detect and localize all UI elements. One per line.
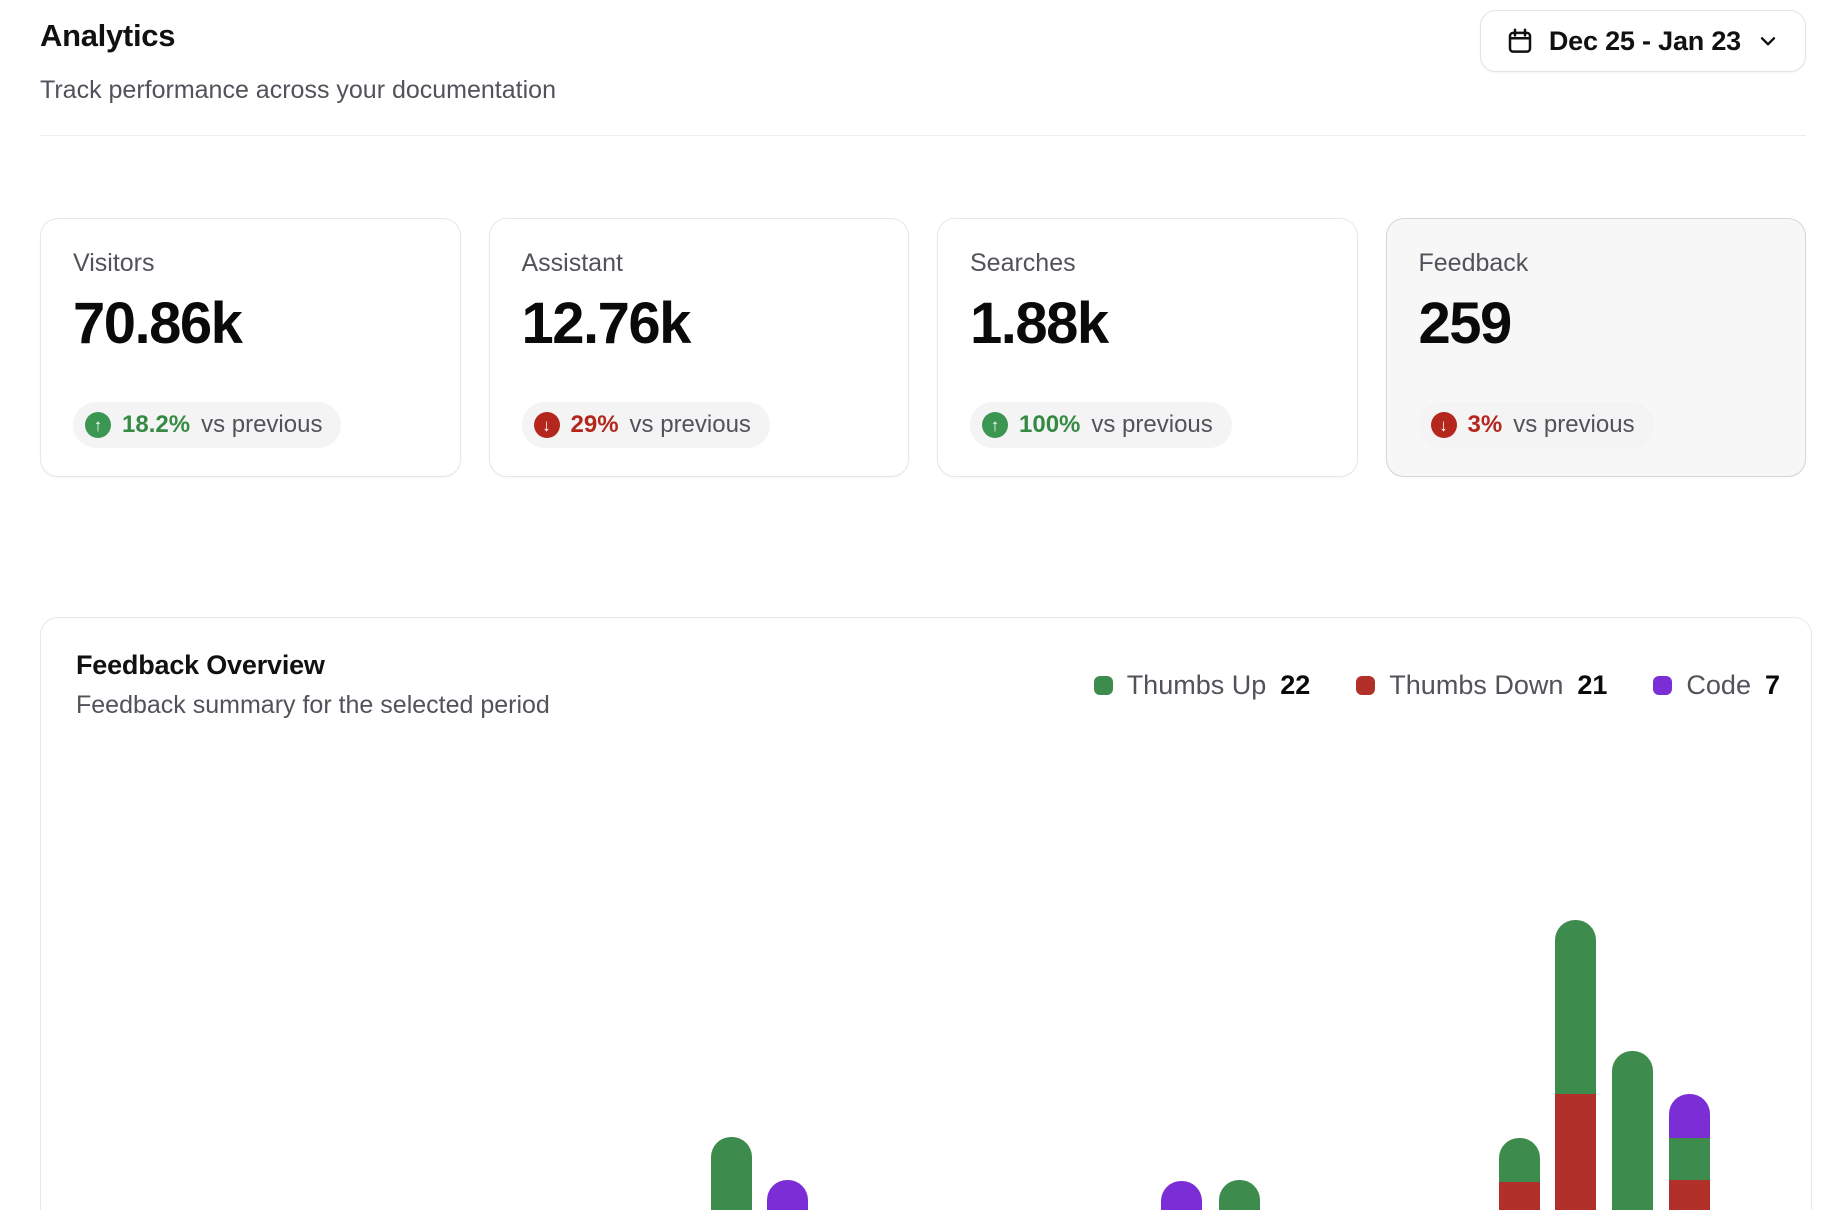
analytics-page: Analytics Track performance across your … xyxy=(0,0,1846,1210)
date-range-picker[interactable]: Dec 25 - Jan 23 xyxy=(1480,10,1806,72)
page-header: Analytics Track performance across your … xyxy=(40,0,1806,105)
trend-arrow-icon: ↑ xyxy=(85,412,111,438)
bar-segment-code xyxy=(767,1180,808,1210)
bar-segment-thumbs_down xyxy=(1555,1094,1596,1210)
bar-segment-thumbs_up xyxy=(1669,1138,1710,1180)
trend-text: vs previous xyxy=(1513,411,1634,439)
trend-arrow-icon: ↓ xyxy=(534,412,560,438)
trend-text: vs previous xyxy=(630,411,751,439)
stat-label: Feedback xyxy=(1419,249,1774,278)
bar-segment-thumbs_down xyxy=(1499,1182,1540,1210)
trend-badge: ↓ 29% vs previous xyxy=(522,402,770,448)
stat-label: Searches xyxy=(970,249,1325,278)
bar-segment-thumbs_up xyxy=(1499,1138,1540,1182)
stat-value: 70.86k xyxy=(73,290,428,357)
trend-percent: 29% xyxy=(571,411,619,439)
bar-segment-thumbs_up xyxy=(1555,920,1596,1094)
bar-segment-thumbs_down xyxy=(1669,1180,1710,1210)
date-range-label: Dec 25 - Jan 23 xyxy=(1549,26,1741,57)
page-subtitle: Track performance across your documentat… xyxy=(40,76,1806,105)
bar-segment-thumbs_up xyxy=(1612,1051,1653,1210)
stat-label: Assistant xyxy=(522,249,877,278)
trend-percent: 100% xyxy=(1019,411,1080,439)
header-divider xyxy=(40,135,1806,136)
stat-cards-row: Visitors 70.86k ↑ 18.2% vs previous Assi… xyxy=(40,218,1806,477)
trend-text: vs previous xyxy=(1091,411,1212,439)
stat-value: 259 xyxy=(1419,290,1774,357)
bar-segment-thumbs_up xyxy=(1219,1180,1260,1210)
stat-card-assistant[interactable]: Assistant 12.76k ↓ 29% vs previous xyxy=(489,218,910,477)
stat-label: Visitors xyxy=(73,249,428,278)
stat-value: 1.88k xyxy=(970,290,1325,357)
trend-text: vs previous xyxy=(201,411,322,439)
feedback-overview-card: Feedback Overview Feedback summary for t… xyxy=(40,617,1812,1210)
trend-arrow-icon: ↑ xyxy=(982,412,1008,438)
trend-badge: ↓ 3% vs previous xyxy=(1419,402,1654,448)
stat-card-visitors[interactable]: Visitors 70.86k ↑ 18.2% vs previous xyxy=(40,218,461,477)
bar-segment-thumbs_up xyxy=(711,1137,752,1210)
trend-badge: ↑ 18.2% vs previous xyxy=(73,402,341,448)
stat-value: 12.76k xyxy=(522,290,877,357)
bar-segment-code xyxy=(1669,1094,1710,1138)
trend-percent: 3% xyxy=(1468,411,1503,439)
stat-card-feedback[interactable]: Feedback 259 ↓ 3% vs previous xyxy=(1386,218,1807,477)
stat-card-searches[interactable]: Searches 1.88k ↑ 100% vs previous xyxy=(937,218,1358,477)
bar-segment-code xyxy=(1161,1181,1202,1210)
trend-percent: 18.2% xyxy=(122,411,190,439)
feedback-chart-region xyxy=(41,618,1811,1210)
trend-arrow-icon: ↓ xyxy=(1431,412,1457,438)
calendar-icon xyxy=(1505,26,1535,56)
chevron-down-icon xyxy=(1755,28,1781,54)
trend-badge: ↑ 100% vs previous xyxy=(970,402,1232,448)
